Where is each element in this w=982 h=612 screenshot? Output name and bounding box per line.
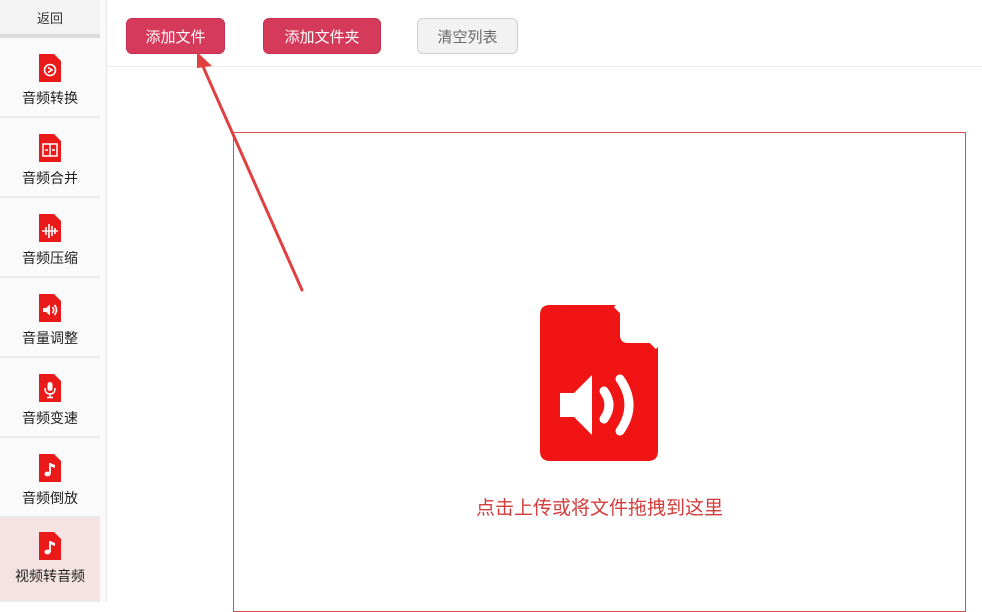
- sidebar-item-audio-merge[interactable]: 音频合并: [0, 120, 100, 198]
- audio-merge-icon: [39, 134, 61, 162]
- sidebar-item-label: 音频合并: [22, 171, 78, 187]
- sidebar-item-label: 音频变速: [22, 411, 78, 427]
- file-drop-zone[interactable]: 点击上传或将文件拖拽到这里: [233, 132, 966, 612]
- sidebar-item-audio-reverse[interactable]: 音频倒放: [0, 440, 100, 518]
- sidebar-item-label: 音频转换: [22, 91, 78, 107]
- audio-compress-icon: [39, 214, 61, 242]
- clear-list-button[interactable]: 清空列表: [417, 18, 518, 54]
- video-to-audio-icon: [39, 532, 61, 560]
- audio-speed-icon: [39, 374, 61, 402]
- audio-reverse-icon: [39, 454, 61, 482]
- back-button[interactable]: 返回: [0, 0, 100, 38]
- volume-adjust-icon: [39, 294, 61, 322]
- sidebar-item-label: 音量调整: [22, 331, 78, 347]
- add-folder-button[interactable]: 添加文件夹: [263, 18, 381, 54]
- drop-zone-hint: 点击上传或将文件拖拽到这里: [475, 497, 723, 519]
- sidebar-item-label: 音频压缩: [22, 251, 78, 267]
- sidebar-item-volume-adjust[interactable]: 音量调整: [0, 280, 100, 358]
- sidebar-item-audio-convert[interactable]: 音频转换: [0, 40, 100, 118]
- sidebar-item-audio-compress[interactable]: 音频压缩: [0, 200, 100, 278]
- sidebar-item-audio-speed[interactable]: 音频变速: [0, 360, 100, 438]
- sidebar-item-video-to-audio[interactable]: 视频转音频: [0, 518, 100, 602]
- sidebar-item-label: 音频倒放: [22, 491, 78, 507]
- sidebar: 返回 音频转换 音频合并 音频压缩 音量调整 音频变速 音频倒放 视频转音频: [0, 0, 107, 602]
- audio-convert-icon: [39, 54, 61, 82]
- audio-file-icon: [540, 305, 658, 461]
- add-file-button[interactable]: 添加文件: [126, 18, 225, 54]
- sidebar-item-label: 视频转音频: [15, 569, 85, 585]
- toolbar: 添加文件 添加文件夹 清空列表: [108, 0, 982, 67]
